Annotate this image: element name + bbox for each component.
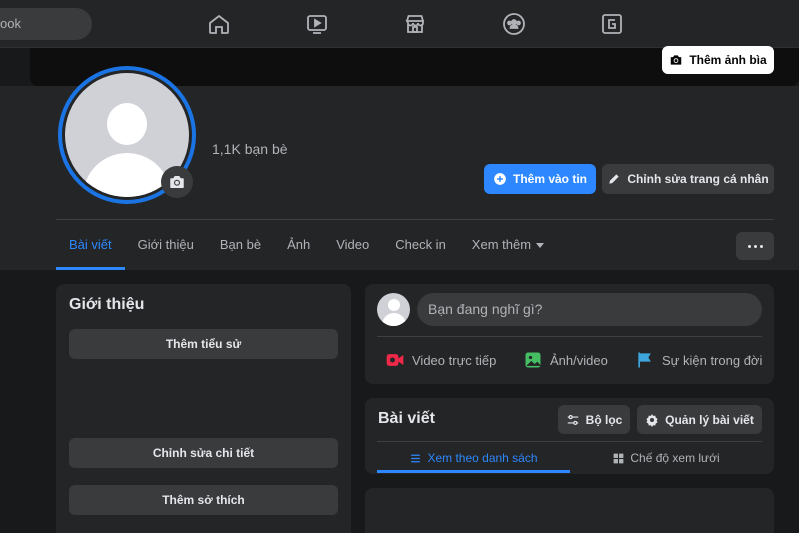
composer-divider (377, 336, 762, 337)
intro-card: Giới thiệu Thêm tiểu sử Chỉnh sửa chi ti… (56, 284, 351, 533)
gaming-icon[interactable] (600, 12, 624, 36)
add-cover-photo-label: Thêm ảnh bìa (689, 53, 767, 67)
edit-profile-label: Chỉnh sửa trang cá nhân (627, 172, 769, 186)
tab-posts[interactable]: Bài viết (56, 226, 125, 270)
ellipsis-dot (753, 244, 757, 248)
add-cover-photo-button[interactable]: Thêm ảnh bìa (662, 46, 774, 74)
plus-circle-icon (494, 173, 506, 185)
photo-video-button[interactable]: Ảnh/video (523, 347, 608, 373)
whats-on-your-mind-input[interactable]: Bạn đang nghĩ gì? (417, 293, 762, 326)
list-view-label: Xem theo danh sách (427, 451, 538, 465)
camera-icon (671, 55, 682, 65)
header-divider (56, 219, 774, 220)
photo-icon (525, 352, 541, 368)
camera-icon (170, 176, 184, 188)
posts-title: Bài viết (378, 410, 435, 427)
posts-card: Bài viết Bộ lọc Quản lý bài viết Xem the… (365, 398, 774, 474)
tab-videos[interactable]: Video (323, 226, 382, 266)
tab-more-label: Xem thêm (471, 237, 532, 252)
tab-friends[interactable]: Bạn bè (207, 226, 274, 266)
grid-view-tab[interactable]: Chế độ xem lưới (570, 444, 762, 472)
grid-view-label: Chế độ xem lưới (630, 451, 720, 465)
flag-icon (638, 352, 651, 368)
avatar-head-shape (107, 103, 147, 145)
avatar[interactable] (377, 293, 410, 326)
photo-video-label: Ảnh/video (550, 352, 608, 368)
filter-label: Bộ lọc (585, 412, 623, 427)
avatar-head-shape (388, 299, 400, 311)
list-icon (411, 454, 421, 462)
edit-details-button[interactable]: Chỉnh sửa chi tiết (69, 438, 338, 468)
gear-icon (646, 413, 658, 427)
ellipsis-dot (759, 244, 763, 248)
filter-button[interactable]: Bộ lọc (558, 405, 630, 434)
add-hobbies-button[interactable]: Thêm sở thích (69, 485, 338, 515)
post-feed-card (365, 488, 774, 533)
more-options-button[interactable] (736, 232, 774, 260)
tab-check-in[interactable]: Check in (382, 226, 459, 266)
top-navbar: ook (0, 0, 799, 48)
posts-divider (377, 441, 762, 442)
ellipsis-dot (747, 244, 751, 248)
grid-icon (613, 453, 624, 463)
profile-tabs: Bài viết Giới thiệu Bạn bè Ảnh Video Che… (56, 226, 557, 270)
live-video-label: Video trực tiếp (412, 352, 497, 368)
life-event-button[interactable]: Sự kiện trong đời (635, 347, 762, 373)
manage-posts-button[interactable]: Quản lý bài viết (637, 405, 762, 434)
update-avatar-button[interactable] (161, 166, 193, 198)
edit-profile-button[interactable]: Chỉnh sửa trang cá nhân (602, 164, 774, 194)
pencil-icon (609, 174, 619, 184)
avatar-body-shape (382, 313, 406, 326)
tab-more[interactable]: Xem thêm (459, 226, 557, 266)
add-to-story-label: Thêm vào tin (512, 172, 587, 186)
life-event-label: Sự kiện trong đời (662, 352, 763, 368)
caret-down-icon (536, 243, 545, 249)
avatar-body-shape (83, 153, 171, 197)
watch-icon[interactable] (305, 12, 329, 36)
live-video-icon (386, 354, 404, 366)
intro-title: Giới thiệu (69, 296, 145, 313)
add-to-story-button[interactable]: Thêm vào tin (484, 164, 596, 194)
filter-icon (567, 414, 578, 425)
manage-posts-label: Quản lý bài viết (665, 412, 754, 427)
add-bio-button[interactable]: Thêm tiểu sử (69, 329, 338, 359)
marketplace-icon[interactable] (403, 12, 427, 36)
post-composer: Bạn đang nghĩ gì? Video trực tiếp Ảnh/vi… (365, 284, 774, 384)
list-view-tab[interactable]: Xem theo danh sách (377, 444, 570, 473)
friends-count[interactable]: 1,1K bạn bè (212, 141, 288, 157)
tab-about[interactable]: Giới thiệu (125, 226, 207, 266)
tab-photos[interactable]: Ảnh (274, 226, 323, 266)
groups-icon[interactable] (502, 12, 526, 36)
search-input[interactable]: ook (0, 8, 92, 40)
live-video-button[interactable]: Video trực tiếp (385, 347, 496, 373)
home-icon[interactable] (207, 12, 231, 36)
